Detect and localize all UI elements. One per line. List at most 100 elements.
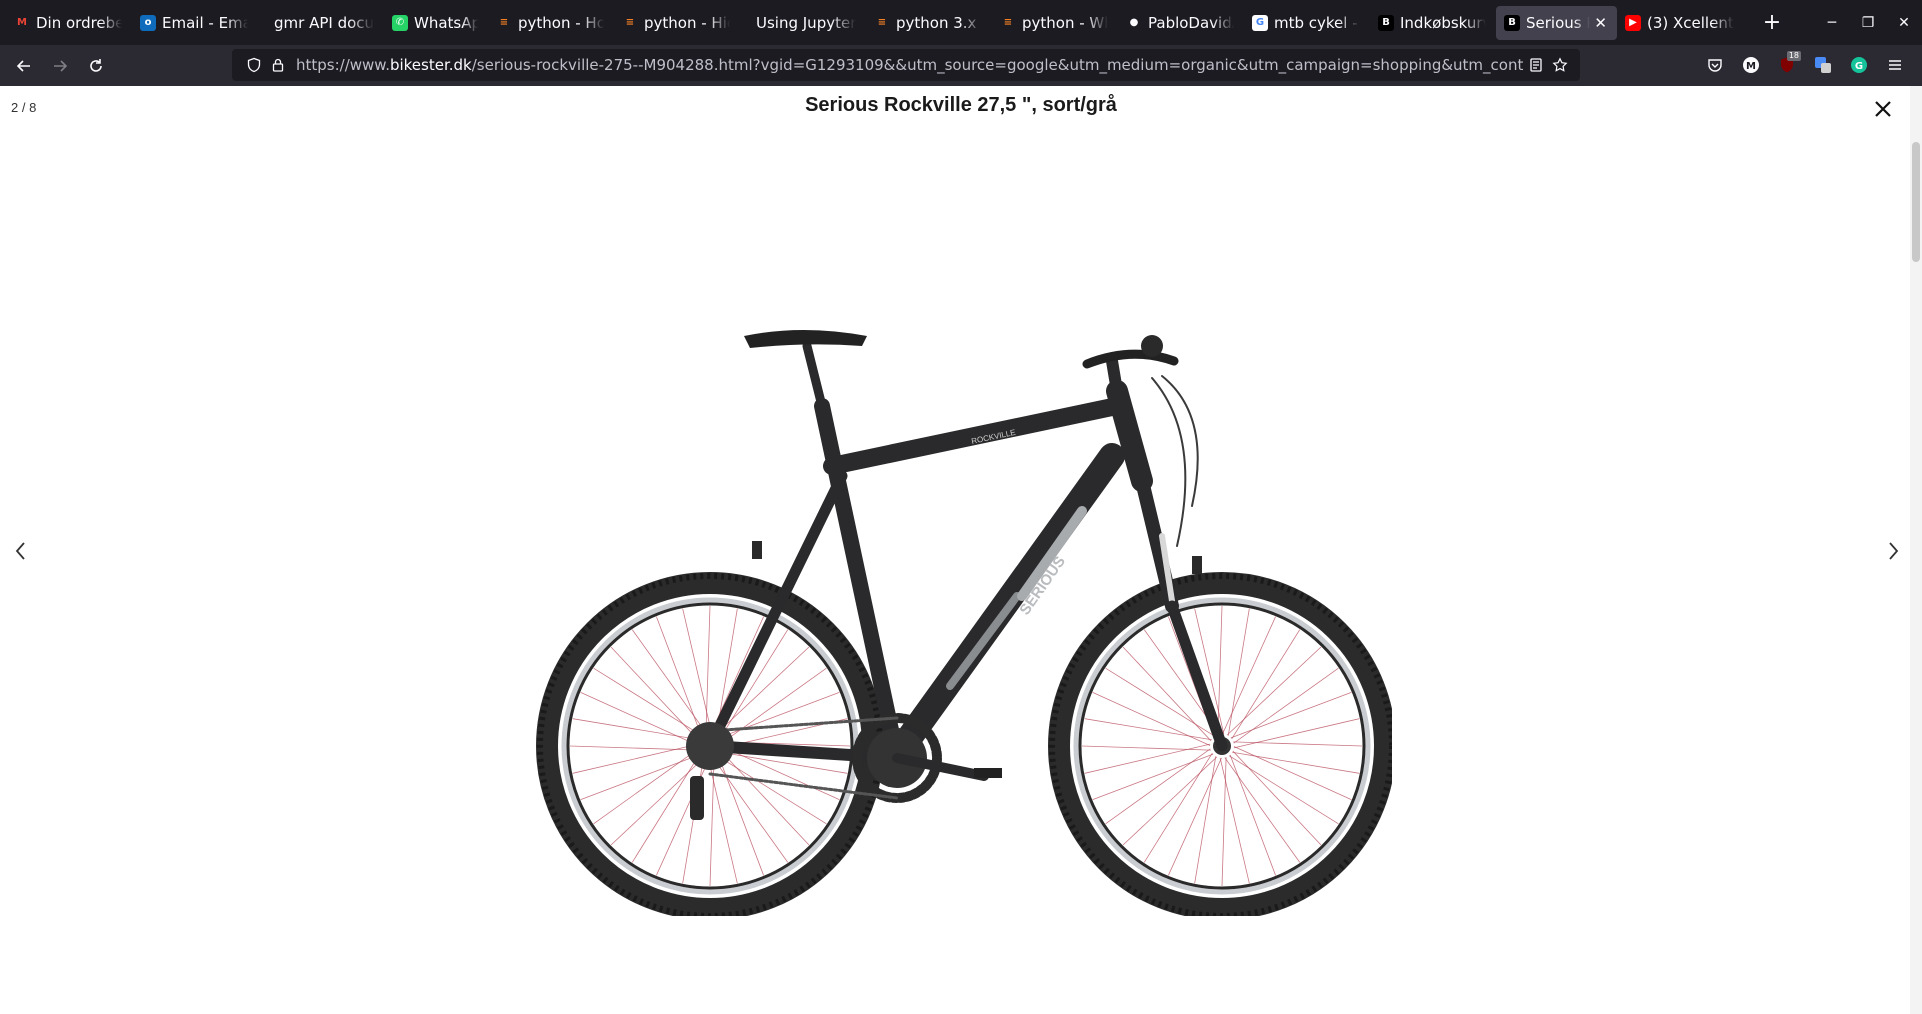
tab-title: (3) Xcellent [1647, 13, 1734, 32]
close-window-button[interactable]: ✕ [1886, 0, 1922, 45]
whatsapp-icon: ✆ [392, 14, 408, 31]
spoke [1143, 752, 1213, 863]
scrollbar-thumb[interactable] [1912, 142, 1920, 262]
extension-badge: 18 [1786, 51, 1801, 61]
chevron-left-icon [15, 542, 25, 560]
previous-image-button[interactable] [12, 538, 30, 564]
spoke [1217, 605, 1223, 735]
spoke [1233, 741, 1363, 747]
tab-title: python - What [1022, 13, 1108, 32]
github-icon: ● [1129, 16, 1139, 28]
spoke [1233, 746, 1352, 800]
stackoverflow-icon: ≡ [1003, 16, 1013, 28]
toolbar-extensions: M 18 G [1698, 49, 1912, 81]
tracking-protection-icon[interactable] [242, 53, 266, 77]
spoke [1092, 692, 1211, 746]
spoke [593, 667, 704, 737]
spoke [1219, 757, 1250, 884]
translate-icon[interactable] [1806, 49, 1840, 81]
m-extension-icon[interactable]: M [1734, 49, 1768, 81]
tab[interactable]: ✆ WhatsApp [384, 6, 488, 40]
tab-title: Serious Rockville [1526, 13, 1590, 32]
tab-title: WhatsApp [414, 13, 478, 32]
window-controls: ─ ❐ ✕ [1814, 0, 1922, 45]
back-button[interactable] [6, 50, 42, 82]
spoke [1228, 755, 1339, 825]
url-prefix: https://www. [296, 56, 390, 74]
ublock-icon[interactable]: 18 [1770, 49, 1804, 81]
reload-button[interactable] [78, 50, 114, 82]
svg-text:M: M [1746, 61, 1756, 72]
url-path: /serious-rockville-275--M904288.html?vgi… [471, 56, 1524, 74]
url-bar[interactable]: https://www.bikester.dk/serious-rockvill… [232, 49, 1580, 81]
navigation-toolbar: https://www.bikester.dk/serious-rockvill… [0, 45, 1922, 86]
bikester-icon: B [1504, 14, 1520, 31]
close-lightbox-button[interactable] [1872, 98, 1894, 120]
spoke [1221, 757, 1227, 887]
svg-text:G: G [1855, 61, 1863, 72]
url-text[interactable]: https://www.bikester.dk/serious-rockvill… [296, 56, 1524, 74]
tab-title: Din ordrebekræftelse [36, 13, 122, 32]
gmail-icon: M [17, 16, 27, 28]
tab[interactable]: Using Jupyter notebooks [740, 6, 866, 40]
tab-active[interactable]: B Serious Rockville✕ [1496, 5, 1617, 40]
spoke [1168, 757, 1222, 876]
spoke [1222, 616, 1276, 735]
close-tab-icon[interactable]: ✕ [1594, 14, 1607, 32]
tab-bar: M Din ordrebekræftelse o Email - Emanuel gmr… [0, 0, 1922, 45]
tab-title: Using Jupyter notebooks [756, 13, 856, 32]
tab-title: gmr API documentation [274, 13, 374, 32]
tab-title: Email - Emanuel [162, 13, 248, 32]
minimize-button[interactable]: ─ [1814, 0, 1850, 45]
hamburger-menu-icon[interactable] [1878, 49, 1912, 81]
spoke [709, 757, 715, 887]
tab[interactable]: o Email - Emanuel [132, 6, 258, 40]
lock-icon[interactable] [266, 53, 290, 77]
reload-icon [90, 58, 102, 72]
url-host: bikester.dk [389, 56, 472, 74]
product-image-bike: ROCKVILLE SERIOUS [536, 330, 1392, 916]
stackoverflow-icon: ≡ [499, 16, 509, 28]
tab[interactable]: ▶ (3) Xcellent [1617, 6, 1747, 40]
tab[interactable]: M Din ordrebekræftelse [6, 6, 132, 40]
reader-view-icon[interactable] [1524, 53, 1548, 77]
tab-title: mtb cykel - Google [1274, 13, 1360, 32]
spoke [572, 743, 699, 774]
new-tab-button[interactable]: + [1757, 8, 1787, 38]
spoke [705, 605, 711, 735]
stackoverflow-icon: ≡ [625, 16, 635, 28]
google-icon: G [1252, 14, 1268, 31]
tab[interactable]: ≡ python - What [992, 6, 1118, 40]
scrollbar[interactable] [1910, 86, 1922, 1014]
grammarly-icon[interactable]: G [1842, 49, 1876, 81]
spoke [580, 692, 699, 746]
tab[interactable]: ≡ python 3.x - [866, 6, 992, 40]
stackoverflow-icon: ≡ [877, 16, 887, 28]
bookmark-star-icon[interactable] [1548, 53, 1572, 77]
chevron-right-icon [1889, 542, 1899, 560]
tab[interactable]: ● PabloDavidA [1118, 6, 1244, 40]
pocket-icon[interactable] [1698, 49, 1732, 81]
tab[interactable]: ≡ python - How to [488, 6, 614, 40]
lightbox-title: Serious Rockville 27,5 ", sort/grå [805, 94, 1117, 116]
product-image-lightbox: 2 / 8 Serious Rockville 27,5 ", sort/grå [0, 86, 1922, 1014]
tab[interactable]: Gmtb cykel - Google [1244, 6, 1370, 40]
spoke [1231, 629, 1301, 740]
forward-button[interactable] [42, 50, 78, 82]
tab[interactable]: ≡ python - Hide [614, 6, 740, 40]
tab-title: Indkøbskurv [1400, 13, 1486, 32]
tab[interactable]: gmr API documentation [258, 6, 384, 40]
tab-title: python 3.x - [896, 13, 982, 32]
youtube-icon: ▶ [1625, 14, 1641, 31]
spoke [1081, 745, 1211, 751]
next-image-button[interactable] [1884, 538, 1902, 564]
tab-title: python - How to [518, 13, 604, 32]
tab-title: PabloDavidA [1148, 13, 1234, 32]
restore-button[interactable]: ❐ [1850, 0, 1886, 45]
forward-arrow-icon [54, 59, 68, 72]
tab[interactable]: B Indkøbskurv [1370, 6, 1496, 40]
bikester-icon: B [1378, 14, 1394, 31]
tab-title: python - Hide [644, 13, 730, 32]
spoke [716, 755, 827, 825]
tab-strip: M Din ordrebekræftelse o Email - Emanuel gmr… [0, 0, 1787, 45]
